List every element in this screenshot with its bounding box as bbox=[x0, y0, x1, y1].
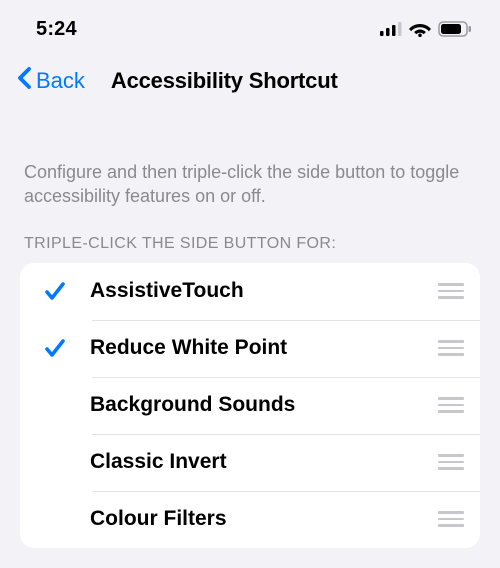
list-item[interactable]: Classic Invert bbox=[20, 434, 480, 491]
battery-icon bbox=[438, 21, 472, 37]
reorder-handle-icon[interactable] bbox=[428, 505, 464, 533]
wifi-icon bbox=[409, 21, 431, 37]
shortcut-list: AssistiveTouch Reduce White Point Backgr… bbox=[20, 263, 480, 548]
nav-bar: Back Accessibility Shortcut bbox=[0, 48, 500, 112]
list-item-label: Classic Invert bbox=[76, 450, 428, 474]
chevron-left-icon bbox=[16, 66, 34, 96]
section-description: Configure and then triple-click the side… bbox=[20, 160, 480, 209]
checkmark-icon bbox=[34, 279, 76, 303]
list-item[interactable]: Background Sounds bbox=[20, 377, 480, 434]
status-time: 5:24 bbox=[36, 18, 77, 41]
main-section: Configure and then triple-click the side… bbox=[0, 160, 500, 548]
reorder-handle-icon[interactable] bbox=[428, 277, 464, 305]
screen: 5:24 bbox=[0, 0, 500, 568]
section-header: TRIPLE-CLICK THE SIDE BUTTON FOR: bbox=[20, 235, 480, 263]
back-label: Back bbox=[36, 68, 85, 94]
list-item-label: Colour Filters bbox=[76, 507, 428, 531]
status-icons bbox=[380, 21, 472, 37]
list-item[interactable]: AssistiveTouch bbox=[20, 263, 480, 320]
reorder-handle-icon[interactable] bbox=[428, 448, 464, 476]
cellular-icon bbox=[380, 22, 402, 36]
checkmark-icon bbox=[34, 336, 76, 360]
page-title: Accessibility Shortcut bbox=[111, 68, 338, 94]
list-item-label: Background Sounds bbox=[76, 393, 428, 417]
list-item-label: Reduce White Point bbox=[76, 336, 428, 360]
status-bar: 5:24 bbox=[0, 0, 500, 48]
back-button[interactable]: Back bbox=[12, 62, 89, 100]
list-item-label: AssistiveTouch bbox=[76, 279, 428, 303]
list-item[interactable]: Colour Filters bbox=[20, 491, 480, 548]
reorder-handle-icon[interactable] bbox=[428, 334, 464, 362]
reorder-handle-icon[interactable] bbox=[428, 391, 464, 419]
list-item[interactable]: Reduce White Point bbox=[20, 320, 480, 377]
